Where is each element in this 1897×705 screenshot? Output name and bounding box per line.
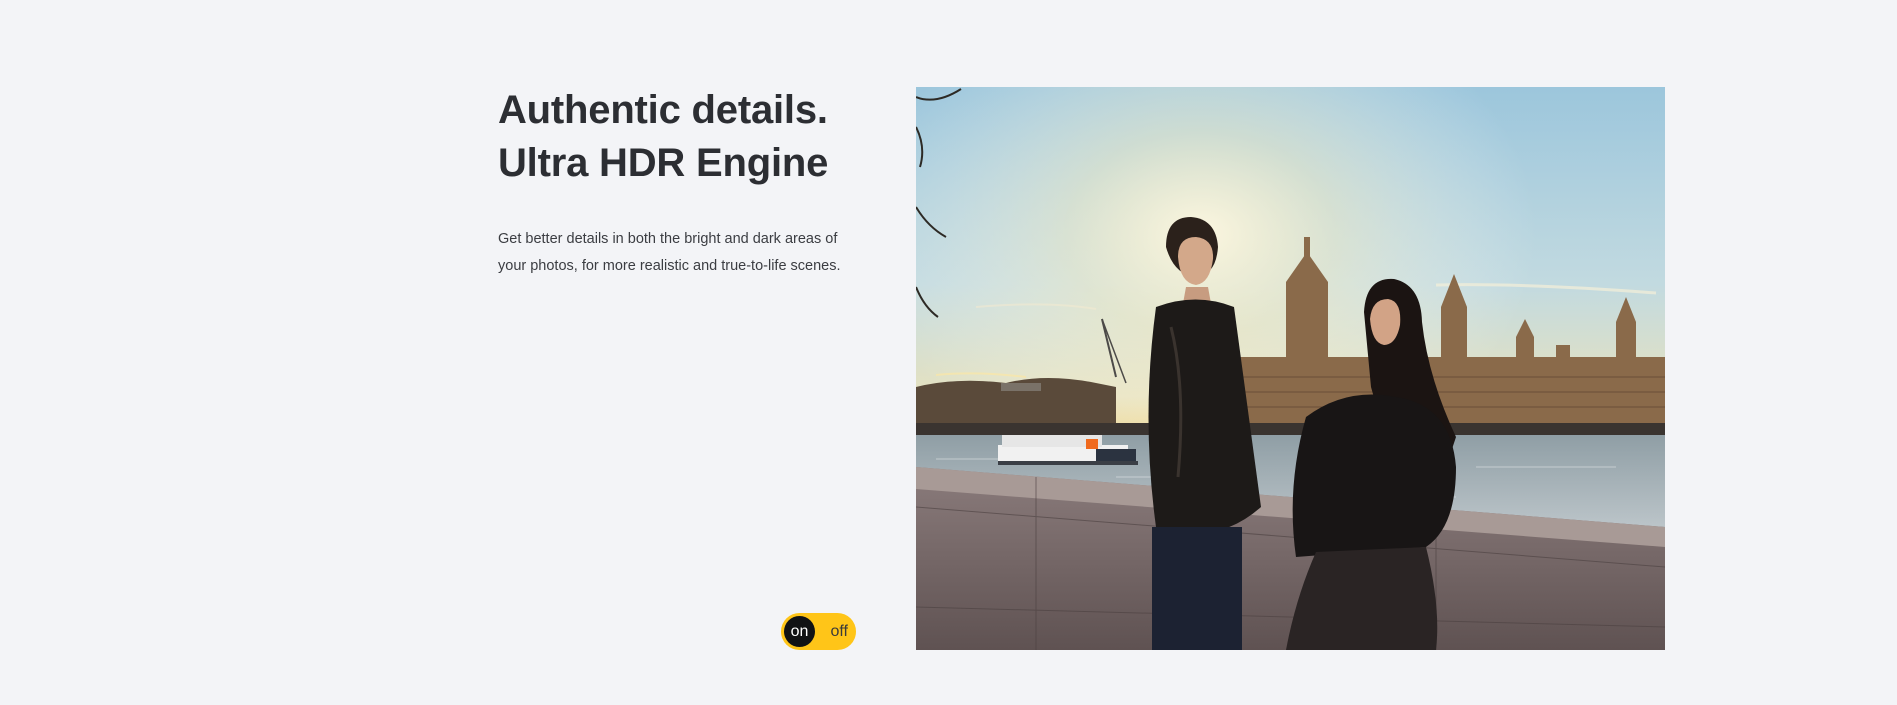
feature-title-line2: Ultra HDR Engine (498, 141, 829, 185)
sample-photo (916, 87, 1665, 650)
toggle-off-label: off (830, 623, 849, 640)
feature-text: Authentic details. Ultra HDR Engine Get … (498, 84, 868, 280)
feature-title: Authentic details. Ultra HDR Engine (498, 84, 868, 190)
feature-description: Get better details in both the bright an… (498, 231, 841, 274)
hdr-toggle[interactable]: on off (781, 613, 856, 650)
toggle-knob-on: on (784, 616, 815, 647)
sample-photo-illustration (916, 87, 1665, 650)
feature-title-line1: Authentic details. (498, 88, 828, 132)
